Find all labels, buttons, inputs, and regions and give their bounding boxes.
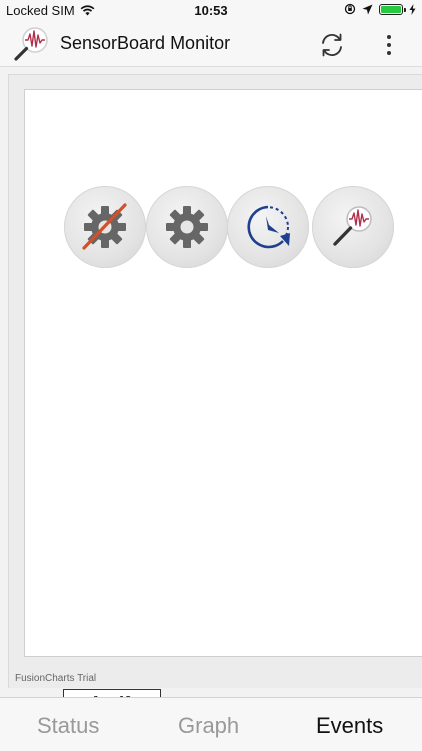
refresh-icon[interactable] [318, 31, 346, 59]
clock-history-icon [247, 205, 290, 249]
more-vertical-icon[interactable] [376, 31, 402, 59]
fusioncharts-watermark: FusionCharts Trial [15, 673, 97, 684]
sensor-settings-button[interactable] [146, 186, 228, 268]
charging-bolt-icon [409, 3, 416, 15]
tab-status[interactable]: Status [37, 713, 99, 739]
app-logo-icon [14, 27, 48, 61]
app-title: SensorBoard Monitor [60, 33, 231, 53]
gear-disabled-icon [82, 203, 127, 250]
tab-events[interactable]: Events [316, 713, 383, 739]
app-bar: SensorBoard Monitor [0, 22, 422, 67]
events-chart-container: Jun 12 11:16:27 FusionCharts Trial [8, 74, 422, 729]
bottom-tab-bar: Status Graph Events [0, 697, 422, 751]
location-icon [362, 4, 373, 14]
events-chart-canvas [24, 89, 422, 657]
tab-graph[interactable]: Graph [178, 713, 239, 739]
orientation-lock-icon [344, 3, 356, 15]
sensor-magnifier-icon [333, 206, 372, 246]
battery-icon [379, 3, 406, 15]
disable-sensor-button[interactable] [64, 186, 146, 268]
event-history-button[interactable] [227, 186, 309, 268]
gear-icon [166, 206, 208, 248]
inspect-sensor-button[interactable] [312, 186, 394, 268]
status-bar: Locked SIM 10:53 [0, 0, 422, 22]
status-right [344, 3, 416, 15]
